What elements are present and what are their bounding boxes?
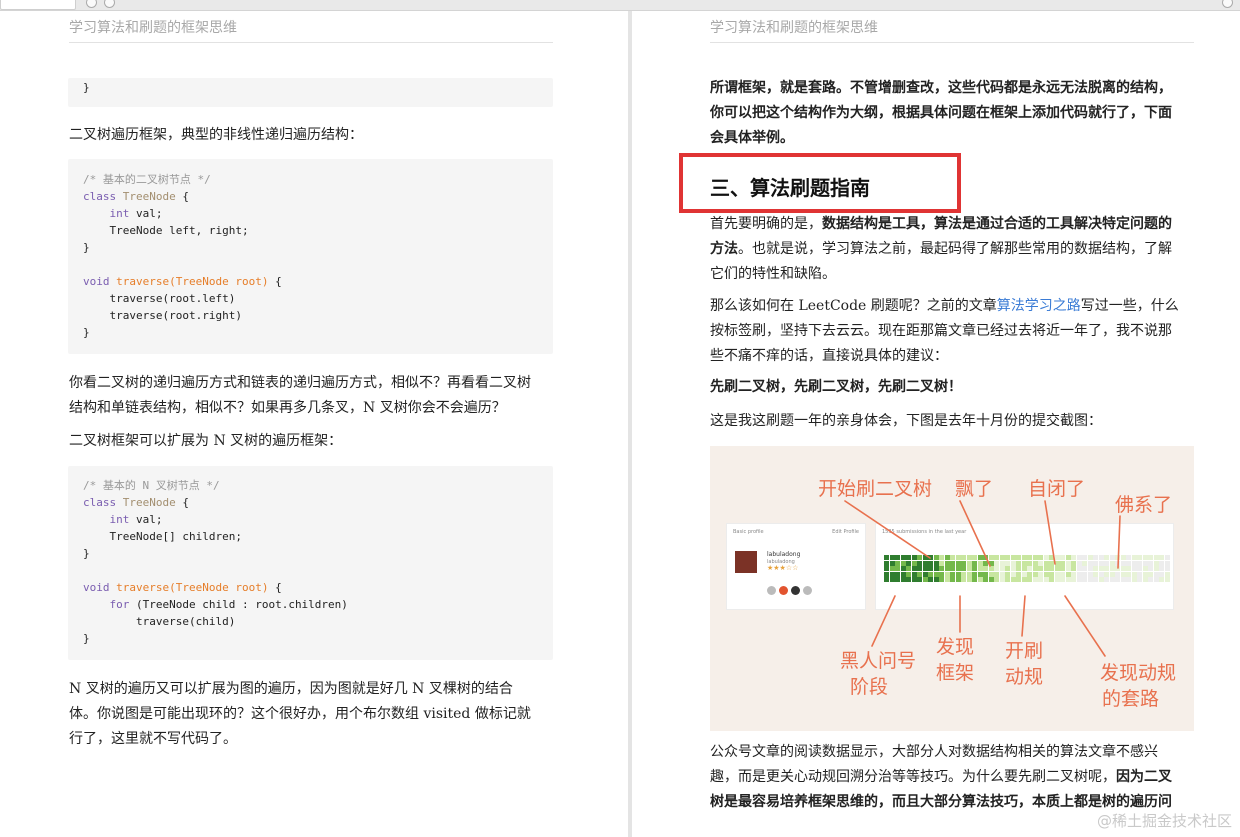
code-keyword: int (109, 207, 130, 220)
code-function: traverse(TreeNode root) (116, 275, 269, 288)
code-text: traverse(child) (135, 615, 236, 628)
code-keyword: void (83, 581, 110, 594)
annotation: 飘了 (955, 478, 994, 500)
code-block-binary-tree: /* 基本的二叉树节点 */ class TreeNode { int val;… (68, 159, 553, 354)
bold-text: 方法 (710, 241, 738, 257)
text-line: 按标签刷，坚持下去云云。现在距那篇文章已经过去将近一年了，我不说那 (710, 323, 1172, 339)
menu-icon[interactable] (1222, 0, 1233, 8)
text-line: 行了，这里就不写代码了。 (69, 731, 237, 747)
code-comment: /* 基本的 N 叉树节点 */ (83, 479, 220, 492)
article-link[interactable]: 算法学习之路 (997, 298, 1081, 314)
emphasis-paragraph: 先刷二叉树，先刷二叉树，先刷二叉树！ (710, 379, 962, 395)
arrow (1044, 500, 1056, 565)
code-text: { (175, 190, 189, 203)
code-keyword: int (109, 513, 130, 526)
paragraph: 你看二叉树的递归遍历方式和链表的递归遍历方式，相似不？再看看二叉树 结构和单链表… (69, 371, 555, 421)
right-page: 学习算法和刷题的框架思维 所谓框架，就是套路。不管增删查改，这些代码都是永远无法… (632, 11, 1240, 837)
code-line: } (83, 81, 90, 94)
arrow (844, 500, 931, 559)
code-text: { (268, 275, 282, 288)
code-keyword: class (83, 496, 117, 509)
text-span: 趣，而是更关心动规回溯分治等等技巧。为什么要先刷二叉树呢， (710, 769, 1116, 785)
text-span: 首先要明确的是， (710, 216, 822, 232)
paragraph: N 叉树的遍历又可以扩展为图的遍历，因为图就是好几 N 叉棵树的结合 体。你说图… (69, 677, 555, 752)
arrow (959, 500, 991, 567)
code-class-name: TreeNode (122, 496, 176, 509)
section-heading: 三、算法刷题指南 (710, 176, 870, 200)
paragraph: 二叉树遍历框架，典型的非线性递归遍历结构： (69, 127, 363, 143)
code-text: } (83, 326, 90, 339)
annotation: 自闭了 (1028, 478, 1086, 500)
annotation: 佛系了 (1115, 494, 1173, 516)
intro-paragraph: 所谓框架，就是套路。不管增删查改，这些代码都是永远无法脱离的结构， 你可以把这个… (710, 76, 1198, 151)
code-text: } (83, 241, 90, 254)
code-class-name: TreeNode (122, 190, 176, 203)
address-box[interactable] (0, 0, 76, 10)
paragraph: 二叉树框架可以扩展为 N 叉树的遍历框架： (69, 433, 343, 449)
code-text: TreeNode[] children; (109, 530, 242, 543)
left-page: 学习算法和刷题的框架思维 } 二叉树遍历框架，典型的非线性递归遍历结构： /* … (0, 11, 628, 837)
text-span: 那么该如何在 LeetCode 刷题呢？之前的文章 (710, 298, 997, 314)
code-text: TreeNode left, right; (109, 224, 249, 237)
code-text: { (175, 496, 189, 509)
text-line: N 叉树的遍历又可以扩展为图的遍历，因为图就是好几 N 叉棵树的结合 (69, 681, 513, 697)
text-line: 体。你说图是可能出现环的？这个很好办，用个布尔数组 visited 做标记就 (69, 706, 531, 722)
arrow (1021, 595, 1026, 637)
reload-icon[interactable] (104, 0, 115, 8)
paragraph: 公众号文章的阅读数据显示，大部分人对数据结构相关的算法文章不感兴 趣，而是更关心… (710, 740, 1198, 815)
watermark: @稀土掘金技术社区 (1096, 812, 1232, 830)
code-comment: /* 基本的二叉树节点 */ (83, 173, 211, 186)
text-line: 结构和单链表结构，相似不？如果再多几条叉，N 叉树你会不会遍历？ (69, 400, 506, 416)
annotation: 开刷 (1005, 640, 1044, 662)
text-line: 所谓框架，就是套路。不管增删查改，这些代码都是永远无法脱离的结构， (710, 80, 1172, 96)
text-line: 些不痛不痒的话，直接说具体的建议： (710, 348, 948, 364)
code-function: traverse(TreeNode root) (116, 581, 269, 594)
code-block-n-ary-tree: /* 基本的 N 叉树节点 */ class TreeNode { int va… (68, 466, 553, 660)
bold-text: 数据结构是工具，算法是通过合适的工具解决特定问题的 (822, 216, 1172, 232)
text-line: 你看二叉树的递归遍历方式和链表的递归遍历方式，相似不？再看看二叉树 (69, 375, 531, 391)
code-text: } (83, 632, 90, 645)
code-text: } (83, 547, 90, 560)
code-text: traverse(root.right) (109, 309, 242, 322)
paragraph: 首先要明确的是，数据结构是工具，算法是通过合适的工具解决特定问题的 方法。也就是… (710, 212, 1198, 287)
code-text: { (268, 581, 282, 594)
text-span: 写过一些，什么 (1080, 298, 1179, 314)
code-block-tail: } (68, 78, 553, 107)
bold-text: 因为二叉 (1116, 769, 1172, 785)
back-icon[interactable] (86, 0, 97, 8)
code-keyword: class (83, 190, 117, 203)
text-line: 公众号文章的阅读数据显示，大部分人对数据结构相关的算法文章不感兴 (710, 744, 1158, 760)
arrow (1117, 515, 1121, 569)
text-span: 。也就是说，学习算法之前，最起码得了解那些常用的数据结构，了解 (738, 241, 1172, 257)
text-line: 它们的特性和缺陷。 (710, 266, 836, 282)
running-header: 学习算法和刷题的框架思维 (710, 20, 878, 36)
code-keyword: void (83, 275, 110, 288)
code-text: (TreeNode child : root.children) (129, 598, 348, 611)
text-line: 你可以把这个结构作为大纲，根据具体问题在框架上添加代码就行了，下面 (710, 105, 1172, 121)
paragraph: 这是我这刷题一年的亲身体会，下图是去年十月份的提交截图： (710, 413, 1102, 429)
annotation: 阶段 (850, 676, 889, 698)
arrow (871, 595, 896, 647)
text-line: 会具体举例。 (710, 130, 794, 146)
annotation: 发现动规 (1100, 662, 1177, 684)
code-text: val; (129, 513, 163, 526)
annotation: 黑人问号 (840, 650, 917, 672)
annotation: 开始刷二叉树 (818, 478, 933, 500)
browser-toolbar (0, 0, 1240, 11)
paragraph: 那么该如何在 LeetCode 刷题呢？之前的文章算法学习之路写过一些，什么 按… (710, 294, 1198, 369)
header-divider (69, 42, 553, 43)
code-keyword: for (109, 598, 130, 611)
annotation: 发现 (936, 636, 975, 658)
code-text: traverse(root.left) (109, 292, 236, 305)
header-divider (710, 42, 1194, 43)
annotation: 框架 (936, 662, 975, 684)
submission-screenshot-figure: Basic profile Edit Profile labuladong la… (710, 446, 1194, 731)
running-header: 学习算法和刷题的框架思维 (69, 20, 237, 36)
arrow (1064, 595, 1106, 657)
annotation: 的套路 (1102, 688, 1160, 710)
annotation: 动规 (1005, 666, 1044, 688)
code-text: val; (129, 207, 163, 220)
